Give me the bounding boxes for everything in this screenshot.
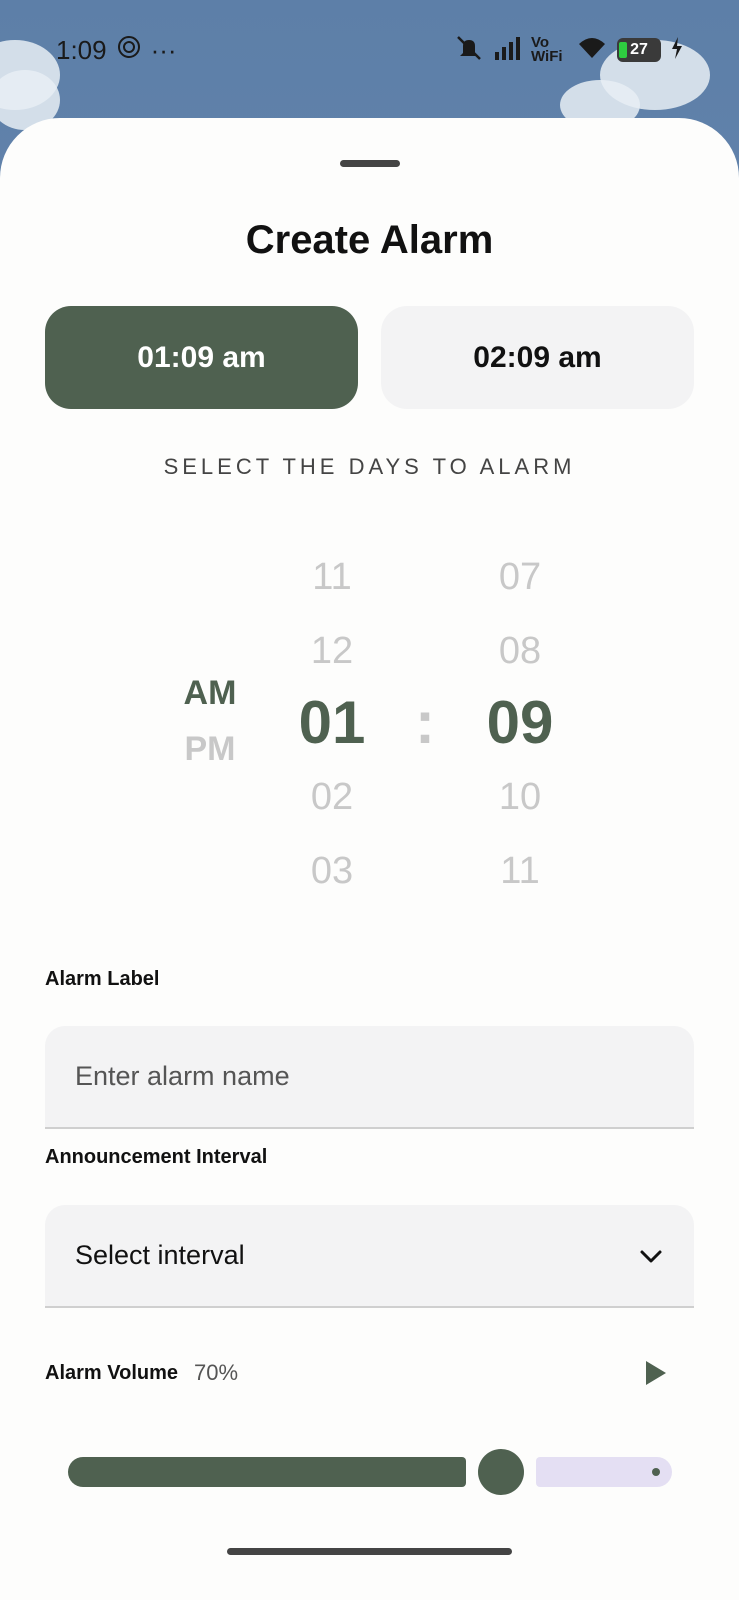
bell-muted-icon [455,35,483,66]
selected-minute[interactable]: 09 [455,688,585,757]
alarm-volume-row: Alarm Volume 70% [45,1353,694,1393]
slider-thumb[interactable] [478,1449,524,1495]
alarm-name-placeholder: Enter alarm name [75,1061,290,1091]
hour-option[interactable]: 02 [267,776,397,819]
announcement-interval-title: Announcement Interval [45,1146,268,1168]
selected-hour[interactable]: 01 [267,688,397,757]
create-alarm-sheet: Create Alarm 01:09 am 02:09 am SELECT TH… [0,118,739,1600]
alarm-volume-title: Alarm Volume [45,1361,178,1384]
hour-option[interactable]: 11 [267,556,397,599]
status-bar: 1:09 ··· Vo WiFi 27 [0,0,739,100]
time-separator: : [415,689,435,756]
vowifi-label: Vo WiFi [531,34,563,65]
interval-value: Select interval [75,1240,245,1270]
chevron-down-icon [638,1243,664,1269]
am-option[interactable]: AM [150,674,270,713]
home-indicator[interactable] [227,1548,512,1555]
start-time-button[interactable]: 01:09 am [45,306,358,409]
minute-option[interactable]: 10 [455,776,585,819]
hour-option[interactable]: 03 [267,850,397,893]
alarm-name-input[interactable]: Enter alarm name [45,1026,694,1129]
signal-icon [493,36,521,65]
fingerprint-icon [117,35,141,66]
battery-level: 27 [630,41,648,58]
minute-option[interactable]: 11 [455,850,585,893]
pm-option[interactable]: PM [150,730,270,769]
charging-icon [671,36,683,64]
select-days-label[interactable]: SELECT THE DAYS TO ALARM [0,454,739,480]
slider-active-track [68,1457,466,1487]
slider-stop-indicator [652,1468,660,1476]
battery-icon: 27 [617,38,661,62]
interval-dropdown[interactable]: Select interval [45,1205,694,1308]
volume-slider[interactable] [68,1448,672,1498]
minute-option[interactable]: 07 [455,556,585,599]
wifi-icon [577,36,607,65]
minute-option[interactable]: 08 [455,630,585,673]
status-time: 1:09 [56,34,107,65]
status-right: Vo WiFi 27 [455,35,683,66]
play-icon[interactable] [639,1358,669,1388]
sheet-title: Create Alarm [245,218,494,262]
time-picker[interactable]: AM PM 11 12 01 02 03 : 07 08 09 10 11 [0,538,739,898]
drag-handle[interactable] [340,160,400,167]
alarm-label-title: Alarm Label [45,968,160,990]
hour-option[interactable]: 12 [267,630,397,673]
alarm-volume-value: 70% [194,1360,239,1385]
status-left: 1:09 ··· [56,35,177,66]
more-notifications-icon: ··· [150,34,177,65]
end-time-button[interactable]: 02:09 am [381,306,694,409]
